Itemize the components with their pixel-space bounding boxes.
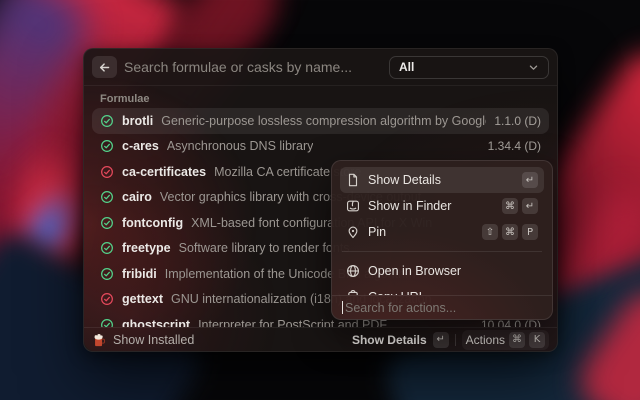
command-key-badge: ⌘ <box>502 198 518 214</box>
formula-name: c-ares <box>122 139 159 153</box>
list-item[interactable]: brotli Generic-purpose lossless compress… <box>92 108 549 134</box>
filter-dropdown-value: All <box>399 60 528 74</box>
homebrew-icon <box>92 333 106 347</box>
list-item[interactable]: c-ares Asynchronous DNS library 1.34.4 (… <box>92 134 549 160</box>
text-cursor <box>342 301 343 314</box>
menu-item-shortcuts: ↵ <box>522 172 538 188</box>
check-circle-icon <box>100 267 114 281</box>
formula-name: fribidi <box>122 267 157 281</box>
menu-item-label: Open in Browser <box>368 264 461 278</box>
menu-item-show-details[interactable]: Show Details ↵ <box>340 167 544 193</box>
return-key-badge: ↵ <box>433 332 449 348</box>
footer-actions-label: Actions <box>466 333 505 347</box>
check-circle-icon <box>100 292 114 306</box>
footer-left-label: Show Installed <box>113 333 194 347</box>
search-bar: Search formulae or casks by name... All <box>84 49 557 86</box>
formula-name: brotli <box>122 114 153 128</box>
menu-item-label: Show Details <box>368 173 441 187</box>
status-bar: Show Installed Show Details ↵ Actions ⌘ … <box>84 327 557 351</box>
menu-item-open-in-browser[interactable]: Open in Browser <box>340 258 544 284</box>
check-circle-icon <box>100 190 114 204</box>
menu-item-copy-url[interactable]: Copy URL <box>340 284 544 295</box>
action-search-field[interactable]: Search for actions... <box>332 295 552 319</box>
formula-name: cairo <box>122 190 152 204</box>
footer-actions-button[interactable]: Actions ⌘ K <box>462 330 549 350</box>
section-header: Formulae <box>92 86 549 108</box>
action-search-placeholder: Search for actions... <box>345 301 456 315</box>
actions-panel: Show Details ↵ Show in Finder ⌘ ↵ <box>331 160 553 320</box>
command-key-badge: ⌘ <box>502 224 518 240</box>
check-circle-icon <box>100 241 114 255</box>
check-circle-icon <box>100 139 114 153</box>
chevron-down-icon <box>528 62 539 73</box>
formula-version: 1.1.0 (D) <box>494 114 541 128</box>
footer-right: Show Details ↵ Actions ⌘ K <box>352 330 549 350</box>
menu-item-pin[interactable]: Pin ⇧ ⌘ P <box>340 219 544 245</box>
globe-icon <box>346 264 360 278</box>
menu-separator <box>342 251 542 252</box>
check-circle-icon <box>100 216 114 230</box>
return-key-badge: ↵ <box>522 198 538 214</box>
formula-name: fontconfig <box>122 216 183 230</box>
return-key-badge: ↵ <box>522 172 538 188</box>
shift-key-badge: ⇧ <box>482 224 498 240</box>
p-key-badge: P <box>522 224 538 240</box>
check-circle-icon <box>100 114 114 128</box>
check-circle-icon <box>100 165 114 179</box>
menu-item-label: Show in Finder <box>368 199 451 213</box>
document-icon <box>346 173 360 187</box>
pin-icon <box>346 225 360 239</box>
formula-name: ca-certificates <box>122 165 206 179</box>
formula-name: freetype <box>122 241 171 255</box>
formula-version: 1.34.4 (D) <box>488 139 541 153</box>
footer-divider <box>455 334 456 346</box>
menu-item-label: Pin <box>368 225 386 239</box>
formula-name: ghostscript <box>122 318 190 327</box>
command-key-badge: ⌘ <box>509 332 525 348</box>
filter-dropdown[interactable]: All <box>389 56 549 79</box>
back-button[interactable] <box>92 56 117 78</box>
check-circle-icon <box>100 318 114 327</box>
arrow-left-icon <box>98 61 111 74</box>
formula-description: Software library to render fonts <box>179 241 350 255</box>
desktop: Search formulae or casks by name... All … <box>0 0 640 400</box>
k-key-badge: K <box>529 332 545 348</box>
formula-description: Generic-purpose lossless compression alg… <box>161 114 486 128</box>
formula-description: Asynchronous DNS library <box>167 139 314 153</box>
finder-icon <box>346 199 360 213</box>
menu-item-shortcuts: ⌘ ↵ <box>502 198 538 214</box>
menu-item-shortcuts: ⇧ ⌘ P <box>482 224 538 240</box>
actions-panel-items: Show Details ↵ Show in Finder ⌘ ↵ <box>332 161 552 295</box>
menu-item-show-in-finder[interactable]: Show in Finder ⌘ ↵ <box>340 193 544 219</box>
footer-primary-action[interactable]: Show Details <box>352 333 427 347</box>
formula-name: gettext <box>122 292 163 306</box>
search-input[interactable]: Search formulae or casks by name... <box>124 59 382 75</box>
